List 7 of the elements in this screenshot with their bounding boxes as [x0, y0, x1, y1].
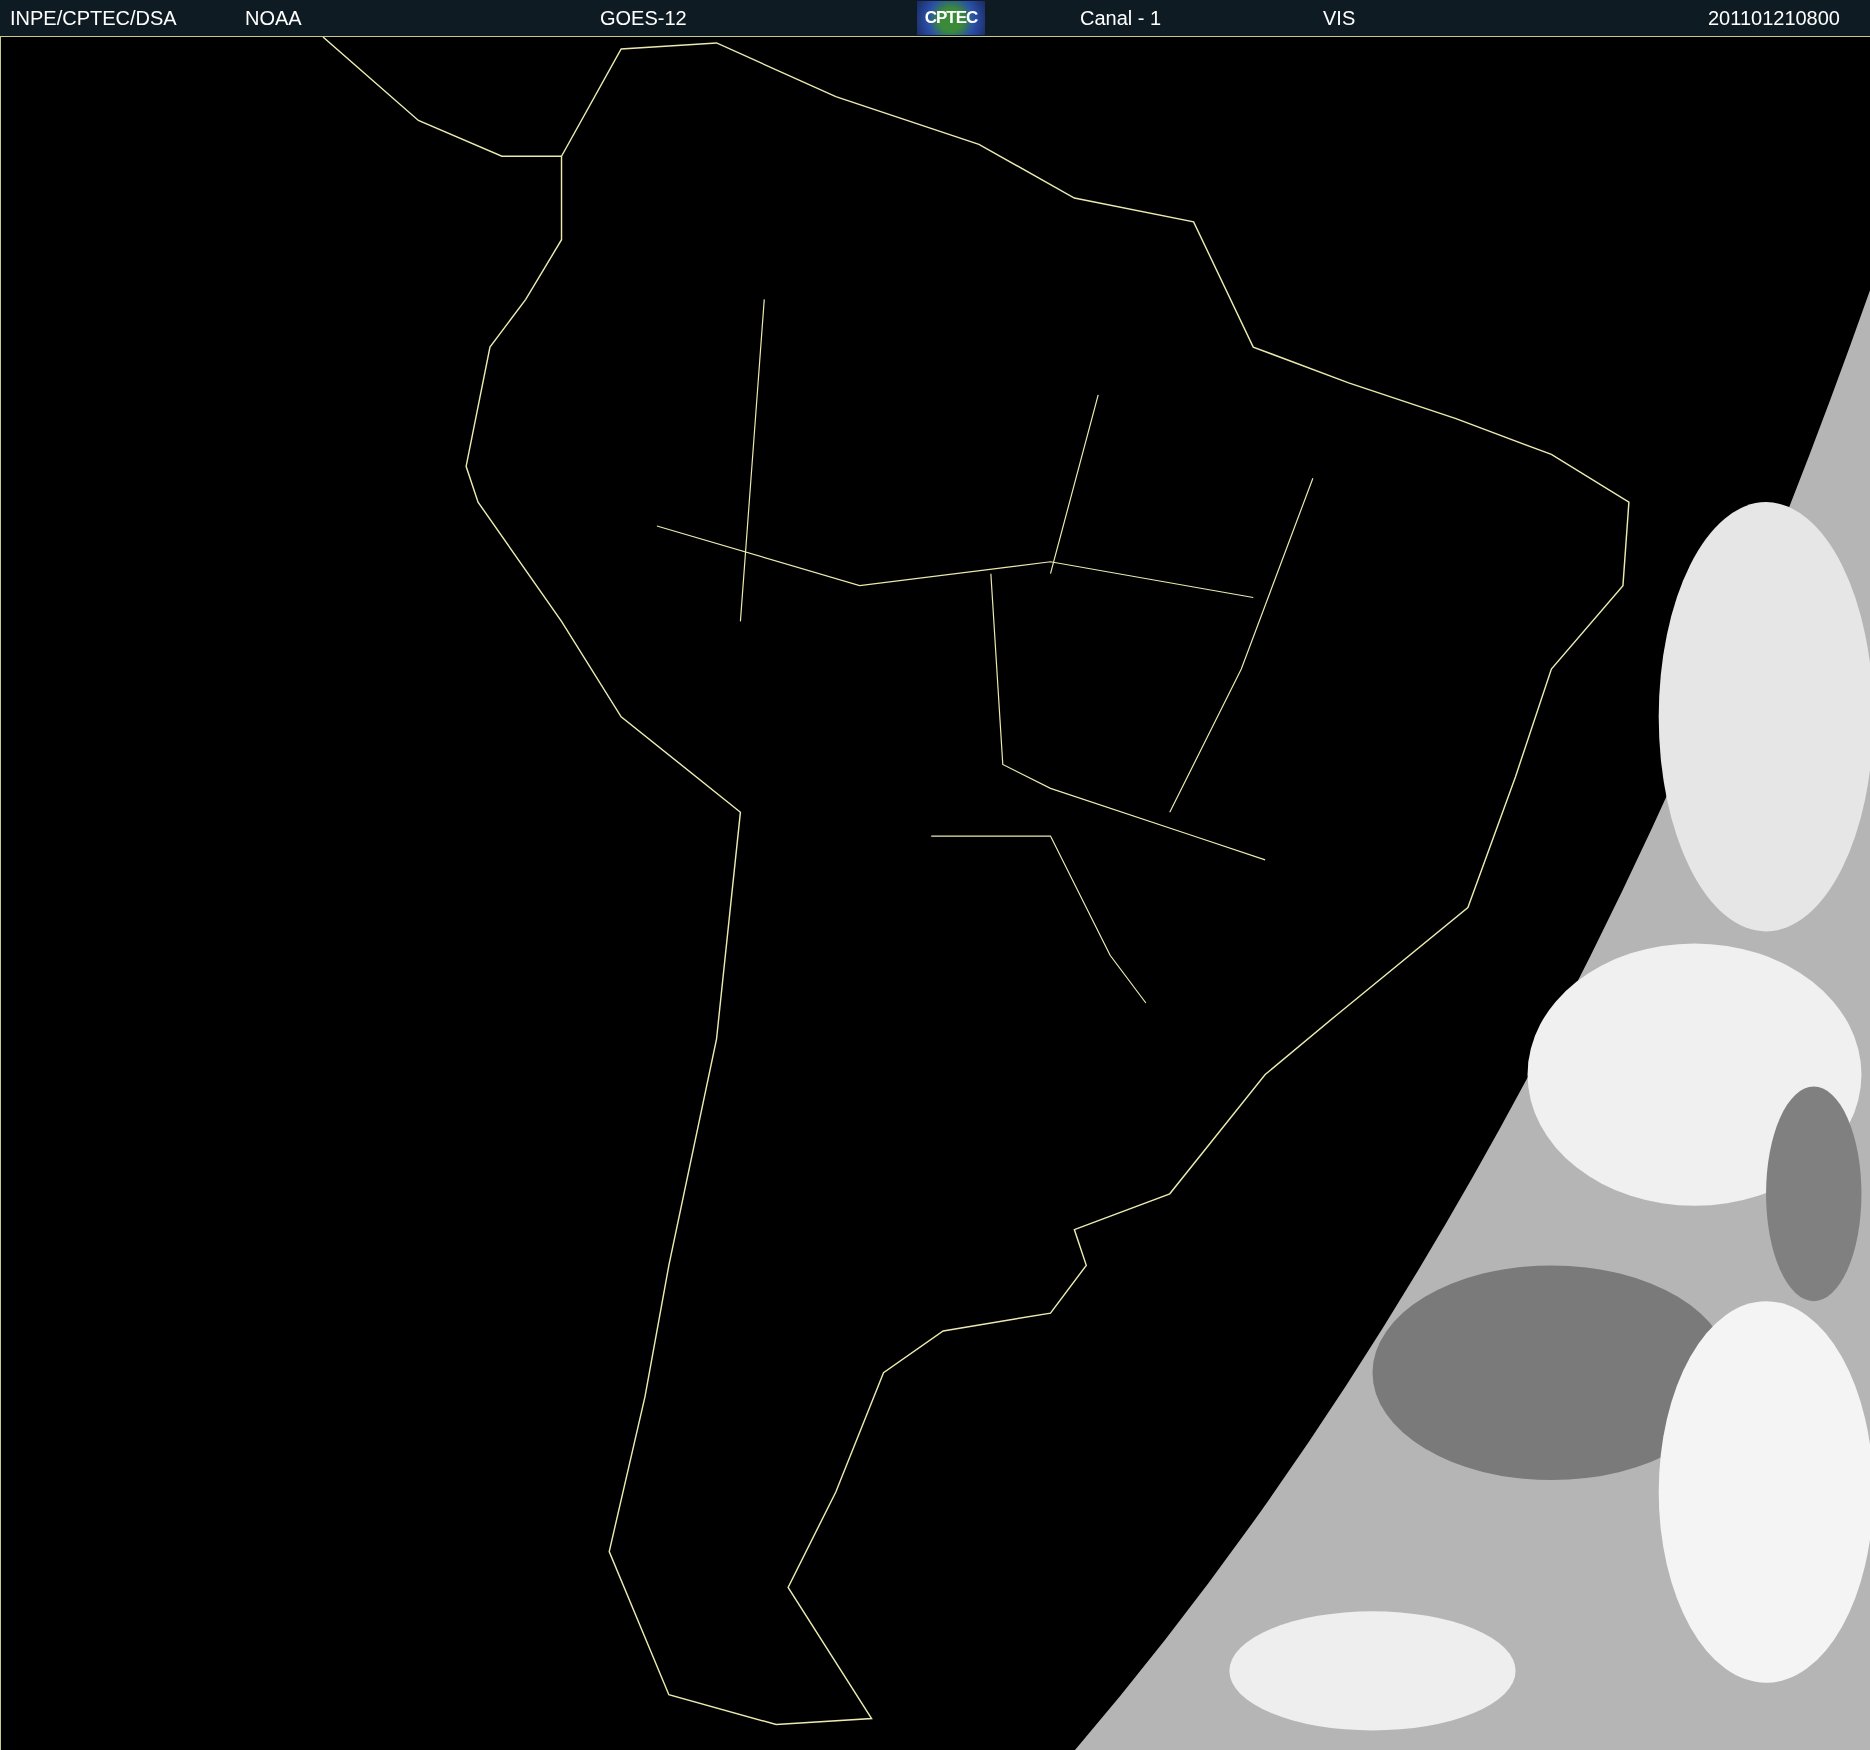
- header-label: VIS: [1323, 6, 1357, 30]
- timestamp: 201101210800: [1708, 6, 1840, 30]
- logo: CPTEC: [917, 1, 985, 35]
- header-label: INPE/CPTEC/DSA: [10, 6, 178, 30]
- header-label: Canal - 1: [1080, 6, 1163, 30]
- header-label: NOAA: [245, 6, 303, 30]
- header-label: GOES-12: [600, 6, 688, 30]
